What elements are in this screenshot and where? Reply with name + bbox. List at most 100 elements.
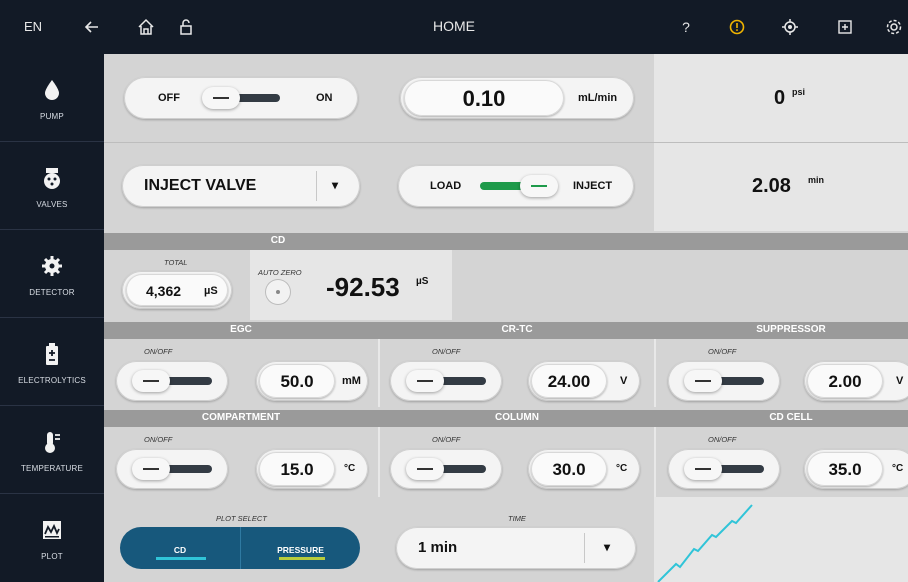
crtc-value: 24.00 — [547, 372, 591, 391]
warning-icon[interactable] — [727, 17, 747, 37]
back-arrow-icon[interactable] — [82, 17, 102, 37]
plot-select-cd[interactable]: CD — [120, 527, 240, 569]
detector-total-panel: TOTAL 4,362 µS — [104, 250, 250, 320]
onoff-caption: ON/OFF — [144, 347, 173, 356]
egc-value-field[interactable]: 50.0 mM — [256, 361, 368, 401]
total-field[interactable]: 4,362 µS — [122, 271, 232, 309]
thermometer-icon — [40, 430, 64, 454]
switch-thumb[interactable] — [684, 458, 722, 480]
column-value-field[interactable]: 30.0 °C — [528, 449, 640, 489]
onoff-caption: ON/OFF — [432, 435, 461, 444]
column-value: 30.0 — [552, 460, 586, 479]
valve-time-unit: min — [808, 175, 825, 185]
total-unit: µS — [204, 285, 218, 297]
pump-off-label: OFF — [158, 92, 180, 104]
compartment-value-field[interactable]: 15.0 °C — [256, 449, 368, 489]
plot-preview-svg — [657, 504, 753, 582]
value-box: 50.0 — [259, 364, 335, 398]
value-box: 15.0 — [259, 452, 335, 486]
unlock-icon[interactable] — [176, 17, 196, 37]
column-header: COLUMN — [495, 412, 539, 423]
onoff-caption: ON/OFF — [708, 435, 737, 444]
suppressor-module: ON/OFF 2.00 V — [656, 339, 908, 407]
sidebar-item-temperature[interactable]: TEMPERATURE — [0, 406, 104, 494]
cdcell-module: ON/OFF 35.0 °C — [656, 427, 908, 497]
onoff-caption: ON/OFF — [144, 435, 173, 444]
column-unit: °C — [616, 463, 628, 474]
suppressor-unit: V — [896, 375, 904, 387]
sidebar-item-electrolytics[interactable]: ELECTROLYTICS — [0, 318, 104, 406]
cdcell-header: CD CELL — [769, 412, 813, 423]
add-box-icon[interactable] — [835, 17, 855, 37]
switch-thumb[interactable] — [406, 458, 444, 480]
top-bar: EN HOME ? — [0, 0, 908, 54]
suppressor-header: SUPPRESSOR — [756, 324, 826, 335]
pump-toggle-switch[interactable]: OFF ON — [124, 77, 358, 119]
dropdown-divider — [584, 533, 585, 563]
total-value: 4,362 — [146, 283, 182, 299]
cdcell-value: 35.0 — [828, 460, 862, 479]
detector-reading-value: -92.53 — [326, 272, 400, 302]
column-toggle-switch[interactable] — [390, 449, 502, 489]
crtc-toggle-switch[interactable] — [390, 361, 502, 401]
cdcell-value-field[interactable]: 35.0 °C — [804, 449, 908, 489]
flow-rate-unit: mL/min — [578, 92, 618, 104]
sidebar-item-valves[interactable]: VALVES — [0, 142, 104, 230]
valve-icon — [40, 166, 64, 190]
plot-preview — [654, 497, 908, 582]
egc-header: EGC — [230, 324, 252, 335]
sidebar-item-pump[interactable]: PUMP — [0, 54, 104, 142]
switch-thumb[interactable] — [132, 370, 170, 392]
suppressor-value-field[interactable]: 2.00 V — [804, 361, 908, 401]
compartment-value: 15.0 — [280, 460, 314, 479]
sidebar-item-label: TEMPERATURE — [20, 464, 84, 473]
crtc-header: CR-TC — [501, 324, 533, 335]
plot-select-segmented: CD PRESSURE — [120, 527, 360, 569]
suppressor-toggle-switch[interactable] — [668, 361, 780, 401]
sidebar-item-label: VALVES — [36, 200, 68, 209]
valve-select-dropdown[interactable]: INJECT VALVE ▾ — [122, 165, 360, 207]
flow-rate-field[interactable]: 0.10 mL/min — [400, 77, 634, 119]
sidebar: PUMP VALVES DETECTOR ELECTROLYTICS TEMPE… — [0, 54, 104, 582]
egc-toggle-switch[interactable] — [116, 361, 228, 401]
chart-icon — [40, 518, 64, 542]
sidebar-item-detector[interactable]: DETECTOR — [0, 230, 104, 318]
crtc-module: ON/OFF 24.00 V — [380, 339, 654, 407]
pressure-color-swatch — [279, 557, 325, 560]
onoff-caption: ON/OFF — [432, 347, 461, 356]
switch-thumb[interactable] — [132, 458, 170, 480]
time-select-value: 1 min — [418, 539, 458, 556]
detector-reading-panel: AUTO ZERO -92.53 µS — [250, 250, 452, 320]
language-selector[interactable]: EN — [18, 17, 48, 37]
compartment-toggle-switch[interactable] — [116, 449, 228, 489]
plot-controls-panel: PLOT SELECT CD PRESSURE TIME 1 min ▾ — [104, 497, 654, 582]
valve-load-label: LOAD — [430, 180, 462, 192]
autozero-button[interactable] — [265, 279, 291, 305]
total-caption: TOTAL — [164, 258, 188, 267]
pump-switch-thumb[interactable] — [202, 87, 240, 109]
valve-select-label: INJECT VALVE — [144, 177, 257, 194]
value-box: 24.00 — [531, 364, 607, 398]
valve-time-value: 2.08 — [752, 175, 791, 197]
home-icon[interactable] — [136, 17, 156, 37]
crtc-value-field[interactable]: 24.00 V — [528, 361, 640, 401]
drop-icon — [40, 78, 64, 102]
settings-icon[interactable] — [884, 17, 904, 37]
target-icon[interactable] — [780, 17, 800, 37]
battery-icon — [40, 342, 64, 366]
help-icon[interactable]: ? — [676, 17, 696, 37]
valves-panel: INJECT VALVE ▾ LOAD INJECT — [104, 143, 654, 231]
cdcell-toggle-switch[interactable] — [668, 449, 780, 489]
switch-thumb[interactable] — [406, 370, 444, 392]
egc-unit: mM — [342, 375, 361, 387]
compartment-unit: °C — [344, 463, 356, 474]
valve-position-switch[interactable]: LOAD INJECT — [398, 165, 634, 207]
autozero-dot-icon — [276, 290, 280, 294]
switch-thumb[interactable] — [684, 370, 722, 392]
plot-select-pressure[interactable]: PRESSURE — [241, 527, 360, 569]
pump-on-label: ON — [316, 92, 333, 104]
pressure-label: PRESSURE — [277, 545, 324, 555]
time-select-dropdown[interactable]: 1 min ▾ — [396, 527, 636, 569]
pressure-value: 0 — [774, 87, 786, 109]
sidebar-item-plot[interactable]: PLOT — [0, 494, 104, 582]
